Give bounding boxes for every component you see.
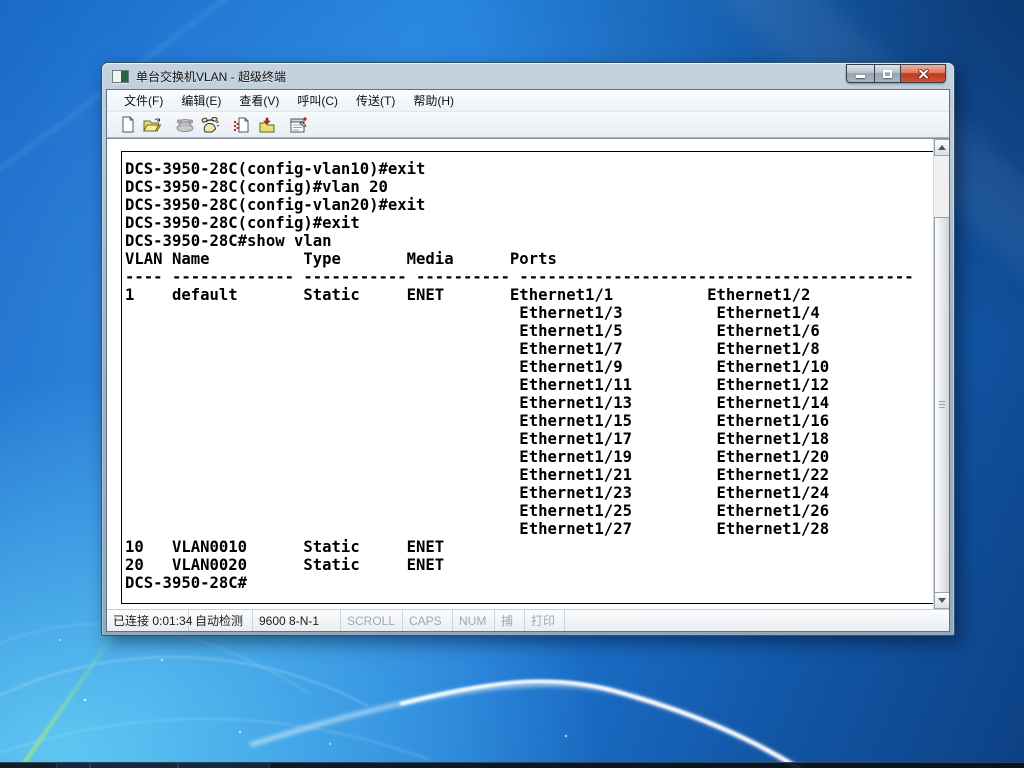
open-icon bbox=[143, 117, 162, 131]
terminal-screen[interactable]: DCS-3950-28C(config-vlan10)#exit DCS-395… bbox=[121, 151, 935, 604]
scroll-down-button[interactable] bbox=[934, 592, 949, 609]
maximize-icon bbox=[883, 69, 892, 78]
status-print: 打印 bbox=[525, 610, 565, 631]
close-button[interactable] bbox=[900, 64, 946, 83]
menu-transfer[interactable]: 传送(T) bbox=[347, 89, 404, 112]
new-connection-button[interactable] bbox=[115, 114, 140, 136]
minimize-button[interactable] bbox=[846, 64, 875, 83]
status-num: NUM bbox=[453, 610, 495, 631]
properties-button[interactable] bbox=[286, 114, 311, 136]
open-button[interactable] bbox=[140, 114, 165, 136]
taskbar-edge[interactable] bbox=[0, 762, 1024, 768]
minimize-icon bbox=[856, 75, 865, 78]
scroll-up-button[interactable] bbox=[934, 139, 949, 156]
close-icon bbox=[917, 68, 929, 79]
arrow-up-icon bbox=[938, 145, 946, 150]
status-capture: 捕 bbox=[495, 610, 525, 631]
arrow-down-icon bbox=[938, 598, 946, 603]
taskbar-start-segment[interactable] bbox=[56, 763, 90, 768]
menu-edit[interactable]: 编辑(E) bbox=[172, 89, 230, 112]
receive-file-icon bbox=[259, 117, 274, 132]
properties-icon bbox=[290, 116, 307, 132]
taskbar-button-segment[interactable] bbox=[90, 763, 178, 768]
scrollbar-grip-icon bbox=[939, 401, 945, 409]
maximize-button[interactable] bbox=[874, 64, 901, 83]
call-button[interactable] bbox=[172, 114, 197, 136]
menu-help[interactable]: 帮助(H) bbox=[404, 89, 463, 112]
toolbar bbox=[107, 112, 949, 138]
taskbar-button-segment[interactable] bbox=[178, 763, 270, 768]
menu-bar: 文件(F) 编辑(E) 查看(V) 呼叫(C) 传送(T) 帮助(H) bbox=[107, 90, 949, 112]
status-scroll: SCROLL bbox=[341, 610, 403, 631]
status-bar: 已连接 0:01:34 自动检测 9600 8-N-1 SCROLL CAPS … bbox=[107, 609, 949, 631]
status-caps: CAPS bbox=[403, 610, 453, 631]
menu-view[interactable]: 查看(V) bbox=[230, 89, 288, 112]
call-icon bbox=[176, 118, 193, 132]
status-connection: 已连接 0:01:34 bbox=[107, 610, 192, 631]
hyperterminal-app-icon bbox=[112, 69, 129, 83]
menu-call[interactable]: 呼叫(C) bbox=[288, 89, 347, 112]
terminal-scrollbar bbox=[933, 139, 949, 609]
receive-file-button[interactable] bbox=[254, 114, 279, 136]
menu-file[interactable]: 文件(F) bbox=[115, 89, 172, 112]
status-baud: 9600 8-N-1 bbox=[253, 610, 341, 631]
window-title: 单台交换机VLAN - 超级终端 bbox=[136, 69, 287, 84]
disconnect-icon bbox=[201, 116, 219, 132]
send-file-icon bbox=[234, 117, 249, 132]
new-connection-icon bbox=[122, 116, 133, 133]
disconnect-button[interactable] bbox=[197, 114, 222, 136]
window-client-area: 文件(F) 编辑(E) 查看(V) 呼叫(C) 传送(T) 帮助(H) DCS-… bbox=[106, 89, 950, 632]
scrollbar-thumb[interactable] bbox=[934, 217, 949, 593]
title-bar[interactable]: 单台交换机VLAN - 超级终端 bbox=[102, 63, 954, 89]
caption-buttons bbox=[846, 64, 946, 83]
terminal-area: DCS-3950-28C(config-vlan10)#exit DCS-395… bbox=[107, 138, 949, 609]
status-autodetect: 自动检测 bbox=[189, 610, 253, 631]
send-file-button[interactable] bbox=[229, 114, 254, 136]
hyperterminal-window: 单台交换机VLAN - 超级终端 文件(F) 编辑(E) 查看(V) 呼叫(C)… bbox=[102, 63, 954, 635]
